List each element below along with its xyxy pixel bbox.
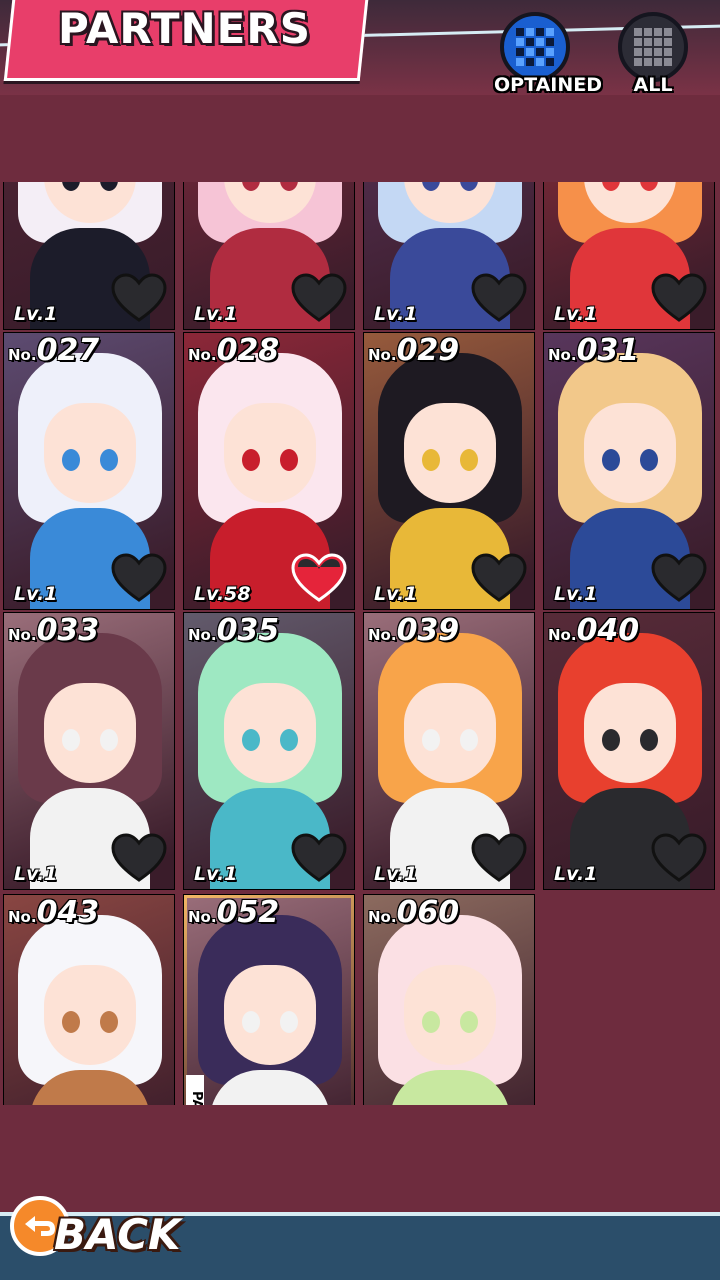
page-title: PARTNERS [58,4,311,53]
partner-level: Lv.1 [194,303,238,325]
partner-card[interactable]: No.052 PAR [183,894,355,1105]
partner-number-value: 040 [576,613,640,648]
partner-number-value: 033 [36,613,100,648]
partner-number-prefix: No. [368,908,397,926]
partner-number: No.031 [548,333,639,368]
favorite-heart-icon[interactable] [110,553,168,603]
partner-card[interactable]: Lv.1 [543,182,715,330]
favorite-heart-icon[interactable] [290,273,348,323]
partner-level: Lv.58 [194,583,251,605]
partner-level: Lv.1 [374,583,418,605]
partner-number: No.043 [8,895,99,930]
partner-number: No.040 [548,613,639,648]
partner-level: Lv.1 [554,863,598,885]
partner-card[interactable]: No.040 Lv.1 [543,612,715,890]
partner-card[interactable]: Lv.1 [3,182,175,330]
grid-obtained-icon [500,12,570,82]
partner-number-prefix: No. [368,626,397,644]
partner-card[interactable]: No.031 Lv.1 [543,332,715,610]
partner-level: Lv.1 [14,303,58,325]
favorite-heart-icon[interactable] [290,833,348,883]
filter-all-button[interactable]: ALL [612,12,694,102]
partner-card[interactable]: No.039 Lv.1 [363,612,535,890]
favorite-heart-icon[interactable] [110,273,168,323]
partner-card[interactable]: No.028 Lv.58 [183,332,355,610]
partner-card[interactable]: No.029 Lv.1 [363,332,535,610]
partner-card[interactable]: No.060 [363,894,535,1105]
back-button[interactable]: BACK [4,1188,181,1276]
partner-number-value: 043 [36,895,100,930]
partner-number-prefix: No. [188,908,217,926]
favorite-heart-icon[interactable] [290,553,348,603]
partner-level: Lv.1 [374,863,418,885]
favorite-heart-icon[interactable] [470,833,528,883]
partner-number: No.033 [8,613,99,648]
favorite-heart-icon[interactable] [650,833,708,883]
partner-number-prefix: No. [188,626,217,644]
partner-card[interactable]: No.043 [3,894,175,1105]
partner-number-prefix: No. [548,346,577,364]
partner-number-value: 028 [216,333,280,368]
partner-card[interactable]: No.033 Lv.1 [3,612,175,890]
partner-number-value: 029 [396,333,460,368]
partner-number-prefix: No. [8,908,37,926]
partner-number: No.027 [8,333,99,368]
filter-obtained-button[interactable]: OPTAINED [494,12,602,102]
partner-number-value: 027 [36,333,100,368]
partner-number: No.035 [188,613,279,648]
partner-card[interactable]: No.035 Lv.1 [183,612,355,890]
favorite-heart-icon[interactable] [470,273,528,323]
partner-card[interactable]: Lv.1 [183,182,355,330]
partner-number-value: 060 [396,895,460,930]
partner-level: Lv.1 [14,583,58,605]
partner-number: No.028 [188,333,279,368]
partner-side-tag: PAR [186,1075,204,1105]
favorite-heart-icon[interactable] [470,553,528,603]
partner-number-value: 052 [216,895,280,930]
partner-number-prefix: No. [188,346,217,364]
partner-level: Lv.1 [14,863,58,885]
partner-number-prefix: No. [548,626,577,644]
partner-level: Lv.1 [554,303,598,325]
partner-number-value: 035 [216,613,280,648]
partner-level: Lv.1 [554,583,598,605]
partner-card[interactable]: No.027 Lv.1 [3,332,175,610]
filter-all-label: ALL [633,74,673,96]
partner-level: Lv.1 [194,863,238,885]
partner-number: No.060 [368,895,459,930]
partner-number-value: 031 [576,333,640,368]
partner-number-prefix: No. [8,626,37,644]
partner-number-prefix: No. [8,346,37,364]
partner-number-prefix: No. [368,346,397,364]
partner-number-value: 039 [396,613,460,648]
back-label: BACK [54,1210,181,1259]
partner-level: Lv.1 [374,303,418,325]
partner-number: No.039 [368,613,459,648]
grid-all-icon [618,12,688,82]
favorite-heart-icon[interactable] [650,273,708,323]
favorite-heart-icon[interactable] [650,553,708,603]
partner-number: No.029 [368,333,459,368]
partner-card[interactable]: Lv.1 [363,182,535,330]
favorite-heart-icon[interactable] [110,833,168,883]
partner-number: No.052 [188,895,279,930]
filter-obtained-label: OPTAINED [494,74,602,96]
partner-grid: Lv.1 Lv.1 Lv.1 Lv.1 No.027 Lv.1 No.028 Lv.58 No.… [3,182,717,1105]
